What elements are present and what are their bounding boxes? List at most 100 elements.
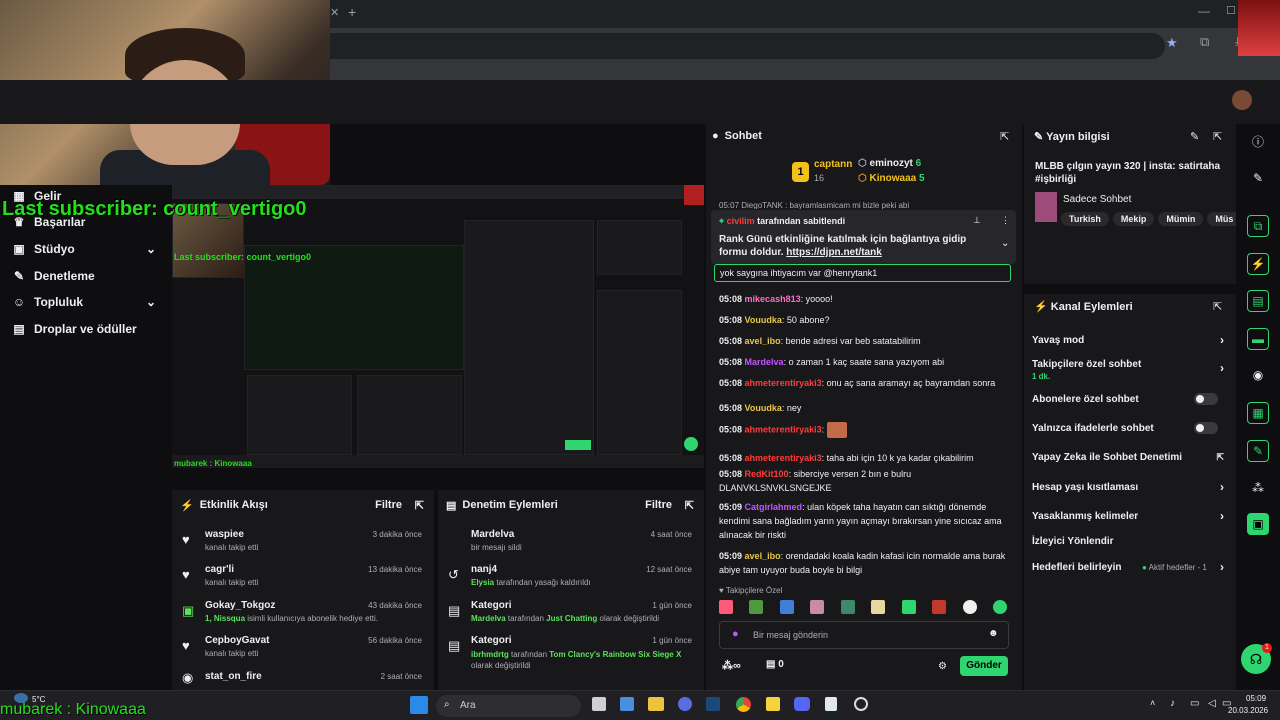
- steam-icon[interactable]: [706, 697, 720, 711]
- maximize-icon[interactable]: ☐: [1226, 4, 1236, 17]
- chat-username[interactable]: ahmeterentiryaki3: [745, 453, 822, 463]
- list-item[interactable]: ▤ Kategori ibrhmdrtg tarafından Tom Clancy…: [438, 632, 704, 678]
- leader-name[interactable]: ⬡ Kinowaaa 5: [858, 173, 925, 184]
- list-item[interactable]: ♥ cagr'li kanalı takip etti 13 dakika önce: [172, 561, 434, 597]
- task-view-icon[interactable]: [592, 697, 606, 711]
- clock-date[interactable]: 20.03.2026: [1228, 706, 1268, 715]
- network-icon[interactable]: ▭: [1190, 698, 1199, 709]
- file-explorer-icon[interactable]: [648, 697, 664, 711]
- popout-icon[interactable]: ⇱: [415, 499, 424, 512]
- obs-icon[interactable]: [854, 697, 868, 711]
- chevron-down-icon[interactable]: ⌄: [146, 242, 156, 256]
- leader-name[interactable]: captann: [814, 159, 852, 170]
- popout-icon[interactable]: ⇱: [1000, 130, 1009, 143]
- clip-icon[interactable]: ⧉: [1247, 215, 1269, 237]
- new-tab-icon[interactable]: +: [348, 4, 356, 20]
- action-account-age[interactable]: Hesap yaşı kısıtlaması ›: [1032, 480, 1228, 494]
- send-button[interactable]: Gönder: [960, 656, 1008, 676]
- chat-username[interactable]: ahmeterentiryaki3: [745, 424, 822, 434]
- chat-message[interactable]: 05:08 Vouudka: ney: [719, 401, 1015, 415]
- chat-message[interactable]: 05:09 Catgirlahmed: ulan köpek taha haya…: [719, 500, 1015, 542]
- tag[interactable]: Mümin: [1158, 212, 1204, 226]
- settings-icon[interactable]: ⚙: [938, 661, 947, 672]
- sidebar-item-topluluk[interactable]: ☺ Topluluk ⌄: [12, 291, 156, 313]
- action-goals[interactable]: Hedefleri belirleyin ● Aktif hedefler - 1…: [1032, 560, 1228, 574]
- chevron-up-icon[interactable]: ˄: [1150, 698, 1155, 708]
- reply-preview[interactable]: yok saygına ihtiyacım var @henrytank1: [714, 264, 1011, 282]
- chat-username[interactable]: mikecash813: [745, 294, 801, 304]
- emote[interactable]: [871, 600, 886, 614]
- channel-points-icon[interactable]: ⁂∞: [722, 659, 741, 672]
- emote[interactable]: [962, 600, 977, 614]
- extension-icon[interactable]: ▣: [1247, 513, 1269, 535]
- info-icon[interactable]: ⓘ: [1247, 130, 1269, 152]
- chat-username[interactable]: Catgirlahmed: [745, 502, 803, 512]
- edit-icon[interactable]: ✎: [1190, 130, 1199, 143]
- volume-icon[interactable]: ◁: [1208, 698, 1216, 709]
- category-name[interactable]: Sadece Sohbet: [1063, 194, 1131, 205]
- mic-icon[interactable]: ●: [732, 628, 739, 640]
- avatar[interactable]: [1232, 90, 1252, 110]
- chat-message[interactable]: 05:08 mikecash813: yoooo!: [719, 292, 1015, 306]
- discord-icon[interactable]: [794, 697, 810, 711]
- chat-message[interactable]: 05:08 Vouudka: 50 abone?: [719, 313, 1015, 327]
- leader-name[interactable]: ⬡ eminozyt 6: [858, 158, 921, 169]
- pinned-message[interactable]: ⌖ civilim tarafından sabitlendi ⊥ ⋮ Rank…: [711, 210, 1016, 264]
- pin-icon[interactable]: ⊥: [973, 215, 981, 226]
- clock-time[interactable]: 05:09: [1246, 694, 1266, 703]
- stream-preview[interactable]: [172, 185, 704, 468]
- chat-username[interactable]: avel_ibo: [745, 551, 781, 561]
- list-item[interactable]: ↺ nanj4 Elysia tarafından yasağı kaldırıld…: [438, 561, 704, 597]
- list-item[interactable]: ▤ Kategori Mardelva tarafından Just Chatti…: [438, 597, 704, 633]
- sidebar-item-droplar[interactable]: ▤ Droplar ve ödüller: [12, 318, 136, 340]
- broadcast-icon[interactable]: ◉: [1247, 364, 1269, 386]
- action-subscribers-only[interactable]: Abonelere özel sohbet: [1032, 393, 1228, 405]
- notepad-icon[interactable]: [825, 697, 837, 711]
- list-item[interactable]: ◉ stat_on_fire 2 saat önce: [172, 668, 434, 690]
- community-icon[interactable]: ⁂: [1247, 477, 1269, 499]
- emote[interactable]: [992, 600, 1007, 614]
- windows-start-icon[interactable]: [410, 696, 428, 714]
- chat-username[interactable]: RedKit100: [745, 469, 789, 479]
- chevron-down-icon[interactable]: ⌄: [146, 295, 156, 309]
- chat-username[interactable]: avel_ibo: [745, 336, 781, 346]
- chat-message[interactable]: 05:08 Mardelva: o zaman 1 kaç saate sana…: [719, 355, 1015, 369]
- address-bar[interactable]: [330, 33, 1165, 59]
- emote[interactable]: [719, 600, 733, 614]
- chat-message[interactable]: 05:08 ahmeterentiryaki3: onu aç sana ara…: [719, 376, 1015, 390]
- wrench-icon[interactable]: ✎: [1247, 440, 1269, 462]
- category-thumbnail[interactable]: [1035, 192, 1057, 222]
- popout-icon[interactable]: ⇱: [1213, 130, 1222, 143]
- emote[interactable]: [840, 600, 855, 614]
- toggle-switch[interactable]: [1194, 393, 1218, 405]
- bits-icon[interactable]: ▤ 0: [766, 659, 784, 670]
- chat-username[interactable]: Vouudka: [745, 315, 782, 325]
- action-raid[interactable]: İzleyici Yönlendir: [1032, 536, 1228, 547]
- tag[interactable]: Turkish: [1061, 212, 1109, 226]
- more-icon[interactable]: ⋮: [1001, 215, 1010, 226]
- chat-bubble-icon[interactable]: ▬: [1247, 328, 1269, 350]
- tab-close-icon[interactable]: ✕: [330, 6, 339, 19]
- popout-icon[interactable]: ⇱: [685, 499, 694, 512]
- filter-button[interactable]: Filtre: [375, 499, 402, 511]
- action-banned-words[interactable]: Yasaklanmış kelimeler ›: [1032, 509, 1228, 523]
- chat-message[interactable]: 05:08 ahmeterentiryaki3: taha abi için 1…: [719, 451, 1015, 465]
- action-followers-only[interactable]: Takipçilere özel sohbet 1 dk. ›: [1032, 359, 1228, 381]
- minimize-icon[interactable]: —: [1198, 4, 1210, 18]
- action-ai-moderation[interactable]: Yapay Zeka ile Sohbet Denetimi ⇱: [1032, 452, 1228, 463]
- chat-message[interactable]: 05:09 avel_ibo: orendadaki koala kadin k…: [719, 549, 1015, 577]
- list-item[interactable]: ♥ CepboyGavat kanalı takip etti 56 dakika ö…: [172, 632, 434, 668]
- calculator-icon[interactable]: [620, 697, 634, 711]
- bolt-icon[interactable]: ⚡: [1247, 253, 1269, 275]
- layout-icon[interactable]: ▦: [1247, 402, 1269, 424]
- emote[interactable]: [749, 600, 764, 614]
- app-icon[interactable]: [678, 697, 692, 711]
- tag[interactable]: Müs: [1207, 212, 1236, 226]
- bookmark-star-icon[interactable]: ★: [1166, 35, 1178, 51]
- list-item[interactable]: ▣ Gokay_Tokgoz 1, Nissqua isimli kullanıcı…: [172, 597, 434, 633]
- chrome-icon[interactable]: [736, 697, 751, 712]
- browser-profile-image[interactable]: [1238, 0, 1280, 56]
- list-item[interactable]: Mardelva bir mesajı sildi 4 saat önce: [438, 526, 704, 562]
- chat-message[interactable]: 05:08 RedKit100: siberciye versen 2 bın …: [719, 467, 1015, 495]
- sidebar-item-studyo[interactable]: ▣ Stüdyo ⌄: [12, 238, 156, 260]
